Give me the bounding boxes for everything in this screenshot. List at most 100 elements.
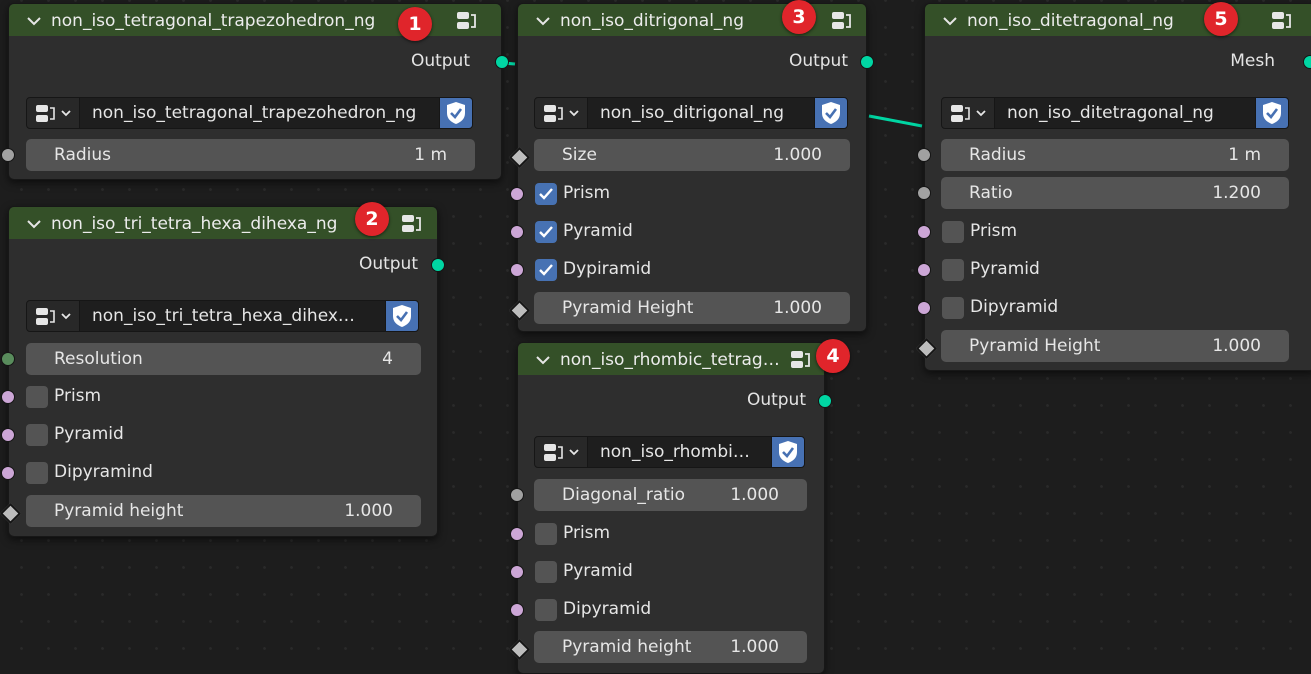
- prism-checkbox-row[interactable]: Prism: [535, 182, 835, 208]
- radius-socket[interactable]: [1, 148, 15, 162]
- pyramid-checkbox-row[interactable]: Pyramid: [942, 258, 1272, 284]
- node-tree-icon[interactable]: [455, 10, 479, 32]
- pyramid-checkbox[interactable]: [535, 561, 557, 583]
- pyramid-socket[interactable]: [917, 263, 931, 277]
- output-socket[interactable]: [1303, 55, 1311, 69]
- node-ditetragonal[interactable]: non_iso_ditetragonal_ng 5 Mesh non_iso_d…: [915, 2, 1311, 371]
- prism-checkbox-row[interactable]: Prism: [535, 522, 795, 548]
- node-group-selector[interactable]: non_iso_ditetragonal_ng: [941, 97, 1289, 129]
- node-tree-icon[interactable]: [400, 213, 424, 235]
- dipyramid-checkbox-row[interactable]: Dypiramid: [535, 258, 835, 284]
- radius-field[interactable]: Radius 1 m: [941, 139, 1289, 171]
- prism-checkbox[interactable]: [535, 183, 557, 205]
- node-group-name[interactable]: non_iso_ditrigonal_ng: [587, 97, 815, 129]
- fake-user-button[interactable]: [385, 300, 419, 332]
- dipyramid-checkbox-row[interactable]: Dipyramid: [942, 296, 1272, 322]
- pyramid-checkbox[interactable]: [535, 221, 557, 243]
- field-label: Radius: [969, 145, 1027, 165]
- prism-socket[interactable]: [1, 390, 15, 404]
- output-socket[interactable]: [495, 55, 509, 69]
- prism-socket[interactable]: [510, 527, 524, 541]
- dipyramid-socket[interactable]: [1, 466, 15, 480]
- node-tree-icon[interactable]: [789, 349, 813, 371]
- prism-checkbox[interactable]: [942, 221, 964, 243]
- size-field[interactable]: Size 1.000: [534, 139, 850, 171]
- pyramid-checkbox-row[interactable]: Pyramid: [26, 423, 406, 449]
- resolution-field[interactable]: Resolution 4: [26, 343, 421, 375]
- node-header[interactable]: non_iso_rhombic_tetrag…: [518, 343, 824, 375]
- fake-user-button[interactable]: [1255, 97, 1289, 129]
- diagonal-ratio-socket[interactable]: [510, 488, 524, 502]
- pyramid-height-socket[interactable]: [915, 337, 938, 360]
- pyramid-socket[interactable]: [1, 428, 15, 442]
- prism-checkbox[interactable]: [535, 523, 557, 545]
- node-group-selector[interactable]: non_iso_rhombi…: [534, 436, 807, 468]
- diagonal-ratio-field[interactable]: Diagonal_ratio 1.000: [534, 479, 807, 511]
- dipyramid-checkbox-row[interactable]: Dipyramid: [535, 598, 795, 624]
- prism-checkbox-row[interactable]: Prism: [942, 220, 1272, 246]
- node-header[interactable]: non_iso_ditetragonal_ng: [925, 4, 1311, 36]
- pyramid-height-socket[interactable]: [0, 502, 22, 525]
- node-group-name[interactable]: non_iso_tetragonal_trapezohedron_ng: [79, 97, 440, 129]
- node-group-selector[interactable]: non_iso_ditrigonal_ng: [534, 97, 850, 129]
- node-tree-icon[interactable]: [830, 10, 854, 32]
- dipyramid-checkbox[interactable]: [26, 462, 48, 484]
- size-socket[interactable]: [508, 146, 531, 169]
- prism-checkbox-row[interactable]: Prism: [26, 385, 406, 411]
- resolution-socket[interactable]: [1, 352, 15, 366]
- node-tetragonal-trapezohedron[interactable]: non_iso_tetragonal_trapezohedron_ng 1 Ou…: [1, 3, 509, 180]
- node-rhombic-tetragonal[interactable]: non_iso_rhombic_tetrag… 4 Output non_iso…: [508, 339, 850, 674]
- fake-user-button[interactable]: [771, 436, 805, 468]
- radius-socket[interactable]: [917, 148, 931, 162]
- chevron-down-icon[interactable]: [942, 16, 958, 26]
- dipyramid-checkbox[interactable]: [535, 599, 557, 621]
- radius-field[interactable]: Radius 1 m: [26, 139, 475, 171]
- ratio-socket[interactable]: [917, 186, 931, 200]
- dipyramid-checkbox-row[interactable]: Dipyramind: [26, 461, 406, 487]
- prism-socket[interactable]: [510, 187, 524, 201]
- dipyramid-socket[interactable]: [510, 603, 524, 617]
- output-socket[interactable]: [860, 55, 874, 69]
- node-group-selector[interactable]: non_iso_tri_tetra_hexa_dihex…: [26, 300, 421, 332]
- node-group-browse-button[interactable]: [941, 97, 995, 129]
- pyramid-height-socket[interactable]: [508, 638, 531, 661]
- output-socket[interactable]: [818, 394, 832, 408]
- pyramid-socket[interactable]: [510, 225, 524, 239]
- chevron-down-icon[interactable]: [535, 16, 551, 26]
- chevron-down-icon[interactable]: [26, 219, 42, 229]
- dipyramid-checkbox[interactable]: [942, 297, 964, 319]
- dipyramid-checkbox[interactable]: [535, 259, 557, 281]
- pyramid-checkbox[interactable]: [26, 424, 48, 446]
- fake-user-button[interactable]: [439, 97, 473, 129]
- pyramid-height-field[interactable]: Pyramid height 1.000: [534, 631, 807, 663]
- node-group-browse-button[interactable]: [534, 97, 588, 129]
- node-group-name[interactable]: non_iso_rhombi…: [587, 436, 772, 468]
- output-socket[interactable]: [431, 258, 445, 272]
- pyramid-height-field[interactable]: Pyramid Height 1.000: [534, 292, 850, 324]
- pyramid-socket[interactable]: [510, 565, 524, 579]
- node-group-browse-button[interactable]: [26, 97, 80, 129]
- pyramid-height-field[interactable]: Pyramid height 1.000: [26, 495, 421, 527]
- chevron-down-icon[interactable]: [26, 16, 42, 26]
- node-group-name[interactable]: non_iso_ditetragonal_ng: [994, 97, 1256, 129]
- ratio-field[interactable]: Ratio 1.200: [941, 177, 1289, 209]
- node-ditrigonal[interactable]: non_iso_ditrigonal_ng 3 Output non_iso_d…: [508, 0, 874, 332]
- pyramid-height-field[interactable]: Pyramid Height 1.000: [941, 330, 1289, 362]
- node-group-selector[interactable]: non_iso_tetragonal_trapezohedron_ng: [26, 97, 475, 129]
- node-group-name[interactable]: non_iso_tri_tetra_hexa_dihex…: [79, 300, 386, 332]
- pyramid-checkbox[interactable]: [942, 259, 964, 281]
- prism-checkbox[interactable]: [26, 386, 48, 408]
- node-group-browse-button[interactable]: [534, 436, 588, 468]
- pyramid-height-socket[interactable]: [508, 299, 531, 322]
- pyramid-checkbox-row[interactable]: Pyramid: [535, 220, 835, 246]
- fake-user-button[interactable]: [814, 97, 848, 129]
- node-group-browse-button[interactable]: [26, 300, 80, 332]
- node-title: non_iso_tri_tetra_hexa_dihexa_ng: [51, 214, 338, 234]
- dipyramid-socket[interactable]: [510, 263, 524, 277]
- pyramid-checkbox-row[interactable]: Pyramid: [535, 560, 795, 586]
- prism-socket[interactable]: [917, 225, 931, 239]
- chevron-down-icon[interactable]: [535, 355, 551, 365]
- dipyramid-socket[interactable]: [917, 301, 931, 315]
- node-tri-tetra-hexa-dihexa[interactable]: non_iso_tri_tetra_hexa_dihexa_ng 2 Outpu…: [0, 202, 445, 537]
- node-tree-icon[interactable]: [1270, 10, 1294, 32]
